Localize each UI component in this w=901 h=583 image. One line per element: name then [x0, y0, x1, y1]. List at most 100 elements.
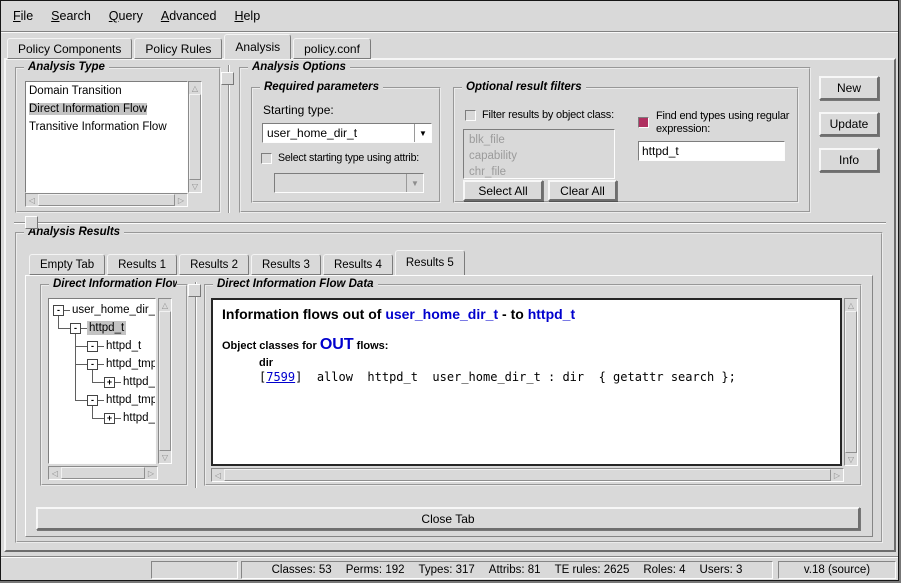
starting-type-combobox[interactable]: user_home_dir_t ▼	[262, 123, 432, 143]
pane-sash-handle[interactable]	[221, 72, 234, 85]
tree-node-label[interactable]: httpd_t	[121, 375, 156, 389]
close-tab-button[interactable]: Close Tab	[36, 507, 860, 530]
flow-tree: - user_home_dir_t - httpd_t - httpd_t - …	[48, 298, 156, 464]
optional-filters-title: Optional result filters	[462, 81, 586, 93]
flow-data-text[interactable]: Information flows out of user_home_dir_t…	[211, 298, 842, 466]
regex-input[interactable]	[638, 141, 785, 161]
scroll-right-icon[interactable]: ▷	[175, 194, 187, 206]
stat-roles: Roles: 4	[643, 564, 685, 576]
flow-data-panel: Direct Information Flow Data Information…	[204, 284, 862, 486]
stat-attribs: Attribs: 81	[489, 564, 541, 576]
list-item[interactable]: Transitive Information Flow	[26, 118, 187, 136]
scroll-left-icon[interactable]: ◁	[212, 469, 224, 481]
results-sash-vertical	[195, 282, 197, 488]
tree-toggle[interactable]: +	[104, 413, 115, 424]
attrib-checkbox[interactable]	[261, 153, 272, 164]
flow-data-title: Direct Information Flow Data	[213, 278, 378, 290]
tree-node: - user_home_dir_t	[53, 301, 156, 319]
tree-node-label-selected[interactable]: httpd_t	[87, 321, 126, 335]
tab-empty[interactable]: Empty Tab	[29, 254, 105, 275]
tree-toggle[interactable]: -	[87, 341, 98, 352]
tab-analysis[interactable]: Analysis	[224, 34, 291, 59]
scroll-thumb[interactable]	[159, 311, 171, 451]
tab-policy-conf[interactable]: policy.conf	[293, 38, 371, 59]
menu-query[interactable]: Query	[109, 9, 143, 23]
tab-results-4[interactable]: Results 4	[323, 254, 393, 275]
optional-filters-panel: Optional result filters Filter results b…	[453, 87, 799, 203]
scroll-thumb[interactable]	[38, 194, 175, 206]
object-class-item: blk_file	[466, 132, 614, 148]
scroll-right-icon[interactable]: ▷	[831, 469, 843, 481]
starting-type-label: Starting type:	[263, 103, 334, 117]
scroll-thumb[interactable]	[189, 94, 201, 180]
menu-search[interactable]: Search	[51, 9, 91, 23]
scroll-down-icon[interactable]: ▽	[845, 453, 857, 465]
menu-bar: File Search Query Advanced Help	[1, 1, 898, 32]
scroll-thumb[interactable]	[224, 469, 831, 481]
tree-toggle[interactable]: +	[104, 377, 115, 388]
tree-node-label[interactable]: httpd_t	[121, 411, 156, 425]
main-tab-bar: Policy Components Policy Rules Analysis …	[7, 34, 373, 59]
attrib-checkbox-row: Select starting type using attrib:	[261, 152, 437, 165]
scroll-left-icon[interactable]: ◁	[26, 194, 38, 206]
analysis-type-title: Analysis Type	[24, 61, 109, 73]
filter-by-class-checkbox[interactable]	[465, 110, 476, 121]
tree-node: + httpd_t	[104, 409, 156, 427]
tree-node-label[interactable]: user_home_dir_t	[70, 303, 156, 317]
scroll-up-icon[interactable]: △	[845, 299, 857, 311]
tree-toggle[interactable]: -	[70, 323, 81, 334]
tab-results-5[interactable]: Results 5	[395, 250, 465, 275]
list-item[interactable]: Domain Transition	[26, 82, 187, 100]
required-parameters-title: Required parameters	[260, 81, 383, 93]
tree-node-label[interactable]: httpd_t	[104, 339, 143, 353]
filter-by-class-label: Filter results by object class:	[482, 109, 614, 122]
tree-toggle[interactable]: -	[53, 305, 64, 316]
required-parameters-panel: Required parameters Starting type: user_…	[251, 87, 441, 203]
flow-headline: Information flows out of user_home_dir_t…	[213, 300, 840, 322]
tree-toggle[interactable]: -	[87, 395, 98, 406]
pane-sash-handle[interactable]	[25, 216, 38, 229]
starting-type-value: user_home_dir_t	[263, 126, 414, 140]
new-button[interactable]: New	[819, 76, 879, 100]
data-vscrollbar[interactable]: △ ▽	[844, 298, 858, 466]
scroll-left-icon[interactable]: ◁	[49, 467, 61, 479]
select-all-button[interactable]: Select All	[463, 180, 543, 201]
menu-file[interactable]: File	[13, 9, 33, 23]
object-classes-line: Object classes for OUT flows:	[213, 322, 840, 354]
combo-arrow-icon[interactable]: ▼	[414, 124, 431, 142]
analysis-results-title: Analysis Results	[24, 226, 124, 238]
combo-arrow-icon: ▼	[406, 174, 423, 192]
stat-types: Types: 317	[419, 564, 475, 576]
clear-all-button[interactable]: Clear All	[548, 180, 617, 201]
tab-results-3[interactable]: Results 3	[251, 254, 321, 275]
info-button[interactable]: Info	[819, 148, 879, 172]
rule-number-link[interactable]: 7599	[266, 370, 295, 384]
tree-toggle[interactable]: -	[87, 359, 98, 370]
tab-policy-components[interactable]: Policy Components	[7, 38, 132, 59]
tree-vscrollbar[interactable]: △ ▽	[158, 298, 172, 464]
data-hscrollbar[interactable]: ◁ ▷	[211, 468, 844, 482]
scroll-thumb[interactable]	[845, 311, 857, 453]
results-sash-handle[interactable]	[188, 284, 201, 297]
stat-classes: Classes: 53	[272, 564, 332, 576]
menu-help[interactable]: Help	[234, 9, 260, 23]
list-item-selected[interactable]: Direct Information Flow	[26, 100, 187, 118]
analysis-type-hscrollbar[interactable]: ◁ ▷	[25, 193, 188, 207]
flow-tree-title: Direct Information Flow T	[49, 278, 177, 290]
scroll-up-icon[interactable]: △	[189, 82, 201, 94]
tree-hscrollbar[interactable]: ◁ ▷	[48, 466, 158, 480]
tree-node-label[interactable]: httpd_tmp_t	[104, 357, 156, 371]
tree-node-label[interactable]: httpd_tmpfs_	[104, 393, 156, 407]
analysis-type-vscrollbar[interactable]: △ ▽	[188, 81, 202, 193]
scroll-up-icon[interactable]: △	[159, 299, 171, 311]
tab-policy-rules[interactable]: Policy Rules	[134, 38, 222, 59]
scroll-thumb[interactable]	[61, 467, 145, 479]
menu-advanced[interactable]: Advanced	[161, 9, 217, 23]
tab-results-2[interactable]: Results 2	[179, 254, 249, 275]
scroll-down-icon[interactable]: ▽	[189, 180, 201, 192]
regex-checkbox-checked[interactable]	[638, 117, 649, 128]
tab-results-1[interactable]: Results 1	[107, 254, 177, 275]
scroll-right-icon[interactable]: ▷	[145, 467, 157, 479]
update-button[interactable]: Update	[819, 112, 879, 136]
scroll-down-icon[interactable]: ▽	[159, 451, 171, 463]
